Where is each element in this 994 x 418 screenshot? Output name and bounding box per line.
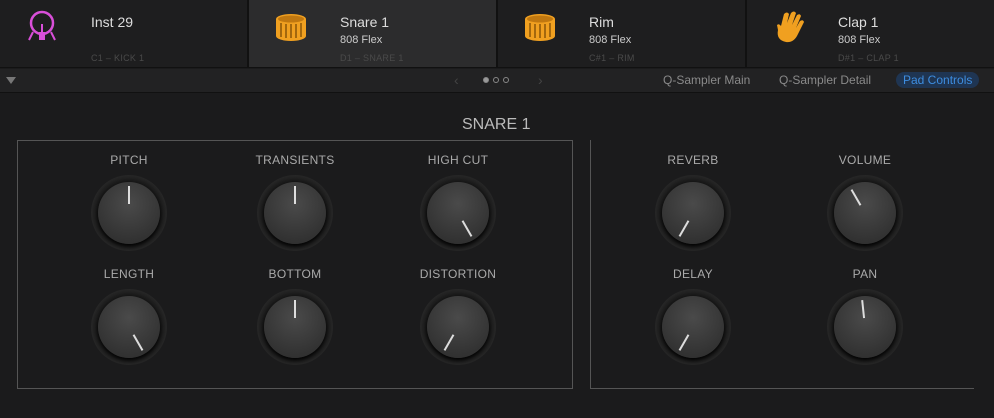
knob-indicator [132,334,144,351]
knob-dial[interactable] [257,175,333,251]
knob-indicator [128,186,130,204]
pad-clap-1[interactable]: Clap 1 808 Flex D#1 – CLAP 1 [747,0,994,67]
collapse-triangle-icon[interactable] [6,77,16,84]
pad-sub: 808 Flex [838,34,881,46]
pad-name: Inst 29 [91,14,134,30]
pad-note: D#1 – CLAP 1 [838,53,899,63]
pad-sub: 808 Flex [340,34,383,46]
tab-q-sampler-main[interactable]: Q-Sampler Main [663,73,750,87]
knob-label: PAN [852,267,878,281]
knob-distortion[interactable]: DISTORTION [398,267,518,365]
knob-cap [427,296,489,358]
knob-cap [662,182,724,244]
knob-label: HIGH CUT [427,153,489,167]
tab-q-sampler-detail[interactable]: Q-Sampler Detail [779,73,871,87]
knob-dial[interactable] [827,175,903,251]
knob-label: REVERB [667,153,719,167]
knob-indicator [861,300,866,319]
pad-strip: Inst 29 C1 – KICK 1 Snare 1 808 Flex D1 … [0,0,994,68]
section-title: SNARE 1 [462,116,531,133]
knob-length[interactable]: LENGTH [69,267,189,365]
knob-high-cut[interactable]: HIGH CUT [398,153,518,251]
prev-page-button[interactable]: ‹ [454,72,459,88]
knob-pitch[interactable]: PITCH [69,153,189,251]
knob-label: DELAY [673,267,713,281]
pad-snare-1[interactable]: Snare 1 808 Flex D1 – SNARE 1 [249,0,496,67]
knob-indicator [461,220,473,237]
tab-pad-controls[interactable]: Pad Controls [896,72,980,88]
knob-cap [264,182,326,244]
page-dot[interactable] [493,77,499,83]
knob-indicator [678,220,690,237]
page-dot[interactable] [503,77,509,83]
next-page-button[interactable]: › [538,72,543,88]
knob-label: VOLUME [838,153,892,167]
knob-label: LENGTH [103,267,155,281]
knob-indicator [294,186,296,204]
page-indicator[interactable] [483,77,509,83]
hand-clap-icon [777,11,804,43]
pad-sub: 808 Flex [589,34,632,46]
kick-drum-icon [28,10,56,41]
page-dot[interactable] [483,77,489,83]
knob-dial[interactable] [420,289,496,365]
knob-bottom[interactable]: BOTTOM [235,267,355,365]
knob-cap [834,182,896,244]
snare-drum-icon [276,14,306,41]
pad-note: C1 – KICK 1 [91,53,145,63]
knob-cap [834,296,896,358]
knob-pan[interactable]: PAN [805,267,925,365]
knob-dial[interactable] [655,289,731,365]
knob-cap [98,296,160,358]
pad-name: Rim [589,14,614,30]
pad-note: C#1 – RIM [589,53,635,63]
knob-volume[interactable]: VOLUME [805,153,925,251]
pad-note: D1 – SNARE 1 [340,53,404,63]
knob-label: DISTORTION [419,267,497,281]
knob-dial[interactable] [91,175,167,251]
knob-cap [98,182,160,244]
knob-reverb[interactable]: REVERB [633,153,753,251]
knob-cap [264,296,326,358]
knob-label: TRANSIENTS [255,153,335,167]
knob-dial[interactable] [257,289,333,365]
pad-inst-29[interactable]: Inst 29 C1 – KICK 1 [0,0,247,67]
knob-indicator [850,189,862,206]
knob-cap [662,296,724,358]
knob-dial[interactable] [91,289,167,365]
knob-indicator [678,334,690,351]
knob-delay[interactable]: DELAY [633,267,753,365]
knob-label: PITCH [110,153,148,167]
knob-dial[interactable] [827,289,903,365]
pad-name: Clap 1 [838,14,879,30]
knob-indicator [294,300,296,318]
knob-transients[interactable]: TRANSIENTS [235,153,355,251]
pad-rim[interactable]: Rim 808 Flex C#1 – RIM [498,0,745,67]
snare-drum-icon [525,14,555,41]
knob-cap [427,182,489,244]
knob-dial[interactable] [420,175,496,251]
knob-indicator [443,334,455,351]
pad-name: Snare 1 [340,14,390,30]
knob-dial[interactable] [655,175,731,251]
view-bar: ‹ › Q-Sampler Main Q-Sampler Detail Pad … [0,69,994,93]
knob-label: BOTTOM [268,267,322,281]
